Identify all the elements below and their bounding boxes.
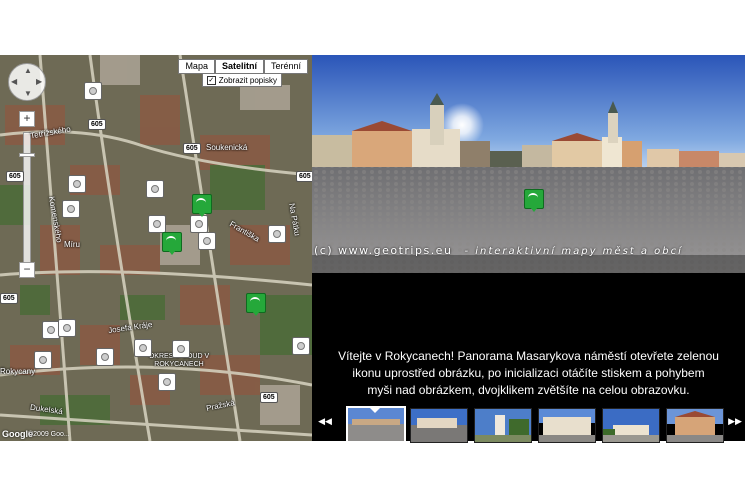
map-panel[interactable]: ▲ ▼ ◀ ▶ + − Mapa Satelitní Terénní ✓ Zob…	[0, 55, 312, 441]
panorama-image	[312, 55, 745, 273]
next-thumbnails-button[interactable]: ▶▶	[726, 416, 744, 427]
road-shield: 605	[88, 119, 106, 130]
thumbnail-3[interactable]	[474, 408, 532, 443]
street-label: Rokycany	[0, 367, 36, 376]
thumbnail-image	[348, 408, 404, 441]
show-labels-checkbox[interactable]: ✓	[206, 75, 216, 85]
thumbnail-2[interactable]	[410, 408, 468, 443]
pan-down-icon[interactable]: ▼	[24, 89, 32, 98]
map-copyright: ©2009 Goo...	[28, 431, 70, 438]
street-label: Soukenická	[206, 143, 248, 152]
satellite-imagery	[0, 55, 312, 441]
road-shield: 605	[0, 293, 18, 304]
panorama-marker[interactable]	[246, 293, 266, 316]
panorama-open-icon[interactable]	[524, 189, 544, 212]
photo-marker[interactable]	[190, 215, 208, 233]
prev-thumbnails-button[interactable]: ◀◀	[316, 416, 334, 427]
road-shield: 605	[260, 392, 278, 403]
photo-marker[interactable]	[268, 225, 286, 243]
watermark-site: (c) www.geotrips.eu	[314, 244, 453, 257]
panorama-panel: (c) www.geotrips.eu - interaktivní mapy m…	[312, 55, 745, 443]
photo-marker[interactable]	[96, 348, 114, 366]
photo-marker[interactable]	[172, 340, 190, 358]
thumbnail-4[interactable]	[538, 408, 596, 443]
panorama-marker[interactable]	[192, 194, 212, 217]
thumbnail-image	[539, 409, 595, 442]
zoom-in-button[interactable]: +	[19, 111, 35, 127]
map-type-switcher: Mapa Satelitní Terénní	[178, 59, 308, 74]
road-shield: 605	[6, 171, 24, 182]
road-shield: 605	[296, 171, 312, 182]
watermark-tagline: - interaktivní mapy měst a obcí	[464, 246, 683, 257]
watermark: (c) www.geotrips.eu - interaktivní mapy m…	[314, 244, 683, 257]
thumbnail-1[interactable]	[346, 406, 406, 443]
show-labels-option[interactable]: ✓ Zobrazit popisky	[201, 73, 282, 87]
road-shield: 605	[183, 143, 201, 154]
photo-marker[interactable]	[148, 215, 166, 233]
photo-marker[interactable]	[158, 373, 176, 391]
map-type-satelitni[interactable]: Satelitní	[214, 59, 264, 74]
photo-marker[interactable]	[198, 232, 216, 250]
show-labels-label: Zobrazit popisky	[218, 75, 277, 85]
thumbnail-image	[603, 409, 659, 442]
photo-marker[interactable]	[34, 351, 52, 369]
thumbnail-image	[475, 409, 531, 442]
photo-marker[interactable]	[134, 339, 152, 357]
photo-marker[interactable]	[58, 319, 76, 337]
pan-left-icon[interactable]: ◀	[11, 77, 17, 86]
street-label: Míru	[64, 240, 80, 249]
map-type-terenni[interactable]: Terénní	[263, 59, 308, 74]
description-line: Vítejte v Rokycanech! Panorama Masarykov…	[338, 349, 719, 363]
thumbnail-5[interactable]	[602, 408, 660, 443]
photo-marker[interactable]	[146, 180, 164, 198]
thumbnail-image	[411, 409, 467, 442]
description-text: Vítejte v Rokycanech! Panorama Masarykov…	[312, 348, 745, 399]
description-line: myši nad obrázkem, dvojklikem zvětšíte n…	[367, 383, 690, 397]
panorama-marker[interactable]	[162, 232, 182, 255]
photo-marker[interactable]	[292, 337, 310, 355]
pan-control[interactable]: ▲ ▼ ◀ ▶	[8, 63, 46, 101]
thumbnail-strip: ◀◀ ▶▶	[312, 404, 745, 443]
photo-marker[interactable]	[68, 175, 86, 193]
pan-up-icon[interactable]: ▲	[24, 66, 32, 75]
pan-right-icon[interactable]: ▶	[36, 77, 42, 86]
description-line: ikonu uprostřed obrázku, po inicializaci…	[352, 366, 705, 380]
photo-marker[interactable]	[62, 200, 80, 218]
panorama-viewer[interactable]: (c) www.geotrips.eu - interaktivní mapy m…	[312, 55, 745, 273]
photo-marker[interactable]	[84, 82, 102, 100]
thumbnail-6[interactable]	[666, 408, 724, 443]
zoom-slider-handle[interactable]	[19, 153, 35, 157]
zoom-out-button[interactable]: −	[19, 262, 35, 278]
thumbnail-image	[667, 409, 723, 442]
map-type-mapa[interactable]: Mapa	[178, 59, 215, 74]
